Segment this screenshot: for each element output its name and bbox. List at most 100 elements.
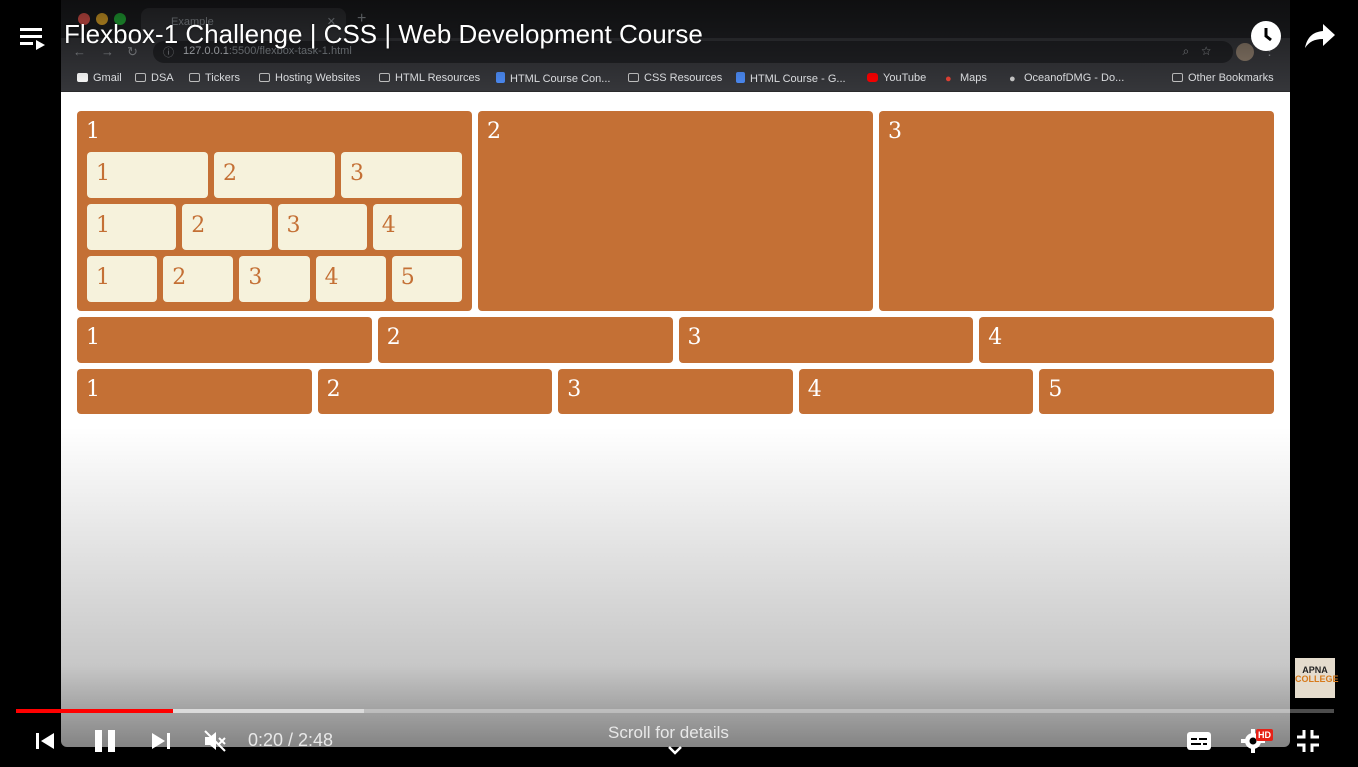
flex-box-nested: 2 [163, 256, 234, 302]
exit-fullscreen-icon[interactable] [1296, 729, 1320, 753]
doc-icon [496, 72, 505, 83]
channel-watermark[interactable]: APNA COLLEGE [1295, 658, 1339, 698]
bookmark-label: OceanofDMG - Do... [1024, 72, 1125, 84]
bookmark-item[interactable]: HTML Course Con... [496, 72, 610, 85]
flex-box-outer: 1 1 2 3 1 2 3 4 1 2 3 4 5 [77, 111, 472, 311]
flex-box-row3: 4 [798, 369, 1034, 414]
scroll-for-details[interactable]: Scroll for details [608, 723, 729, 743]
flex-box-row2: 1 [77, 317, 372, 363]
flex-box-row3-label: 3 [567, 377, 582, 402]
folder-icon [135, 73, 146, 82]
folder-icon [1172, 73, 1183, 82]
watch-later-icon[interactable] [1251, 21, 1281, 51]
flex-box-nested: 2 [214, 152, 335, 198]
bookmark-item[interactable]: Hosting Websites [259, 72, 360, 84]
flex-box-row2-label: 3 [687, 325, 702, 350]
bookmark-label: HTML Resources [395, 72, 481, 84]
flex-box-nested: 1 [87, 152, 208, 198]
flex-box-row3-label: 5 [1048, 377, 1063, 402]
flex-box-nested-label: 2 [191, 213, 206, 238]
bookmark-item[interactable]: ● Maps [945, 72, 987, 85]
apple-icon: ● [1009, 73, 1016, 85]
flex-box-nested: 3 [341, 152, 462, 198]
bookmarks-bar: Gmail DSA Tickers Hosting Websites HTML Reso… [61, 66, 1290, 92]
flex-box-nested-label: 1 [96, 161, 110, 186]
flexbox-demo-page: 1 1 2 3 1 2 3 4 1 2 3 4 5 2 3 1 2 3 4 1 2 3 4 5 [61, 92, 1290, 747]
flex-box-nested: 1 [87, 204, 177, 250]
flex-box-row3-label: 2 [326, 377, 341, 402]
folder-icon [189, 73, 200, 82]
flex-box-nested: 4 [372, 204, 462, 250]
pause-icon[interactable] [93, 729, 117, 753]
bookmark-star-icon[interactable]: ☆ [1201, 44, 1223, 58]
maps-icon: ● [945, 73, 952, 85]
video-title[interactable]: Flexbox-1 Challenge | CSS | Web Developm… [64, 19, 703, 50]
bookmark-item[interactable]: DSA [135, 72, 174, 84]
bookmark-item[interactable]: CSS Resources [628, 72, 722, 84]
flex-box-outer-label: 3 [888, 119, 902, 144]
mute-icon[interactable] [203, 729, 227, 753]
bookmark-label: Maps [960, 72, 987, 84]
playlist-icon[interactable] [20, 26, 46, 50]
bookmark-label: Tickers [205, 72, 241, 84]
flex-box-row3-label: 4 [807, 377, 822, 402]
flex-box-row3-label: 1 [86, 377, 100, 402]
bookmark-label: Hosting Websites [275, 72, 361, 84]
flex-box-nested-label: 1 [96, 213, 110, 238]
flex-box-nested-label: 4 [324, 265, 339, 290]
bookmark-item[interactable]: ● OceanofDMG - Do... [1009, 72, 1125, 85]
flex-box-nested-label: 5 [400, 265, 415, 290]
flex-box-nested: 3 [239, 256, 310, 302]
flex-box-outer: 3 [879, 111, 1274, 311]
flex-box-row3: 2 [317, 369, 553, 414]
flex-box-outer-label: 2 [487, 119, 501, 144]
omnibox-icons: ⌕☆ [1182, 44, 1223, 59]
browser-screen: Example ✕ + ← → ↻ ⓘ 127.0.0.1:5500/flexb… [61, 0, 1290, 747]
folder-icon [379, 73, 390, 82]
next-icon[interactable] [151, 731, 171, 751]
hd-badge: HD [1256, 729, 1273, 741]
gmail-icon [77, 73, 88, 82]
bookmark-label: DSA [151, 72, 174, 84]
bookmark-label: CSS Resources [644, 72, 723, 84]
flex-box-nested-label: 3 [350, 161, 364, 186]
flex-box-nested: 5 [391, 256, 462, 302]
chevron-down-icon[interactable] [667, 744, 683, 756]
zoom-icon[interactable]: ⌕ [1182, 44, 1201, 58]
flex-box-row2: 2 [377, 317, 673, 363]
flex-box-row3: 3 [558, 369, 793, 414]
time-display: 0:20 / 2:48 [248, 730, 334, 750]
flex-box-nested: 4 [315, 256, 386, 302]
flex-box-row3: 1 [77, 369, 312, 414]
bookmark-item[interactable]: YouTube [867, 72, 926, 84]
bookmark-item[interactable]: HTML Course - G... [736, 72, 846, 85]
bookmark-item[interactable]: Other Bookmarks [1172, 72, 1274, 84]
flex-box-outer: 2 [478, 111, 873, 311]
bookmark-item[interactable]: Tickers [189, 72, 240, 84]
bookmark-item[interactable]: HTML Resources [379, 72, 480, 84]
folder-icon [259, 73, 270, 82]
bookmark-label: Other Bookmarks [1188, 72, 1274, 84]
progress-bar[interactable] [16, 709, 1334, 713]
flex-box-outer-label: 1 [86, 119, 100, 144]
bookmark-item[interactable]: Gmail [77, 72, 122, 84]
share-icon[interactable] [1304, 22, 1336, 50]
youtube-icon [867, 73, 878, 82]
previous-icon[interactable] [35, 731, 55, 751]
progress-played [16, 709, 173, 713]
bookmark-label: HTML Course - G... [750, 73, 846, 85]
bookmark-label: YouTube [883, 72, 927, 84]
bookmark-label: HTML Course Con... [510, 73, 611, 85]
flex-box-nested-label: 3 [286, 213, 301, 238]
flex-box-row2: 4 [979, 317, 1274, 363]
flex-box-nested-label: 1 [96, 265, 110, 290]
folder-icon [628, 73, 639, 82]
flex-box-nested-label: 2 [223, 161, 237, 186]
flex-box-nested-label: 4 [381, 213, 396, 238]
flex-box-nested: 2 [182, 204, 272, 250]
doc-icon [736, 72, 745, 83]
flex-box-nested-label: 2 [172, 265, 187, 290]
watermark-line2: COLLEGE [1295, 674, 1339, 684]
flex-box-nested: 3 [277, 204, 367, 250]
subtitles-icon[interactable] [1186, 731, 1212, 751]
